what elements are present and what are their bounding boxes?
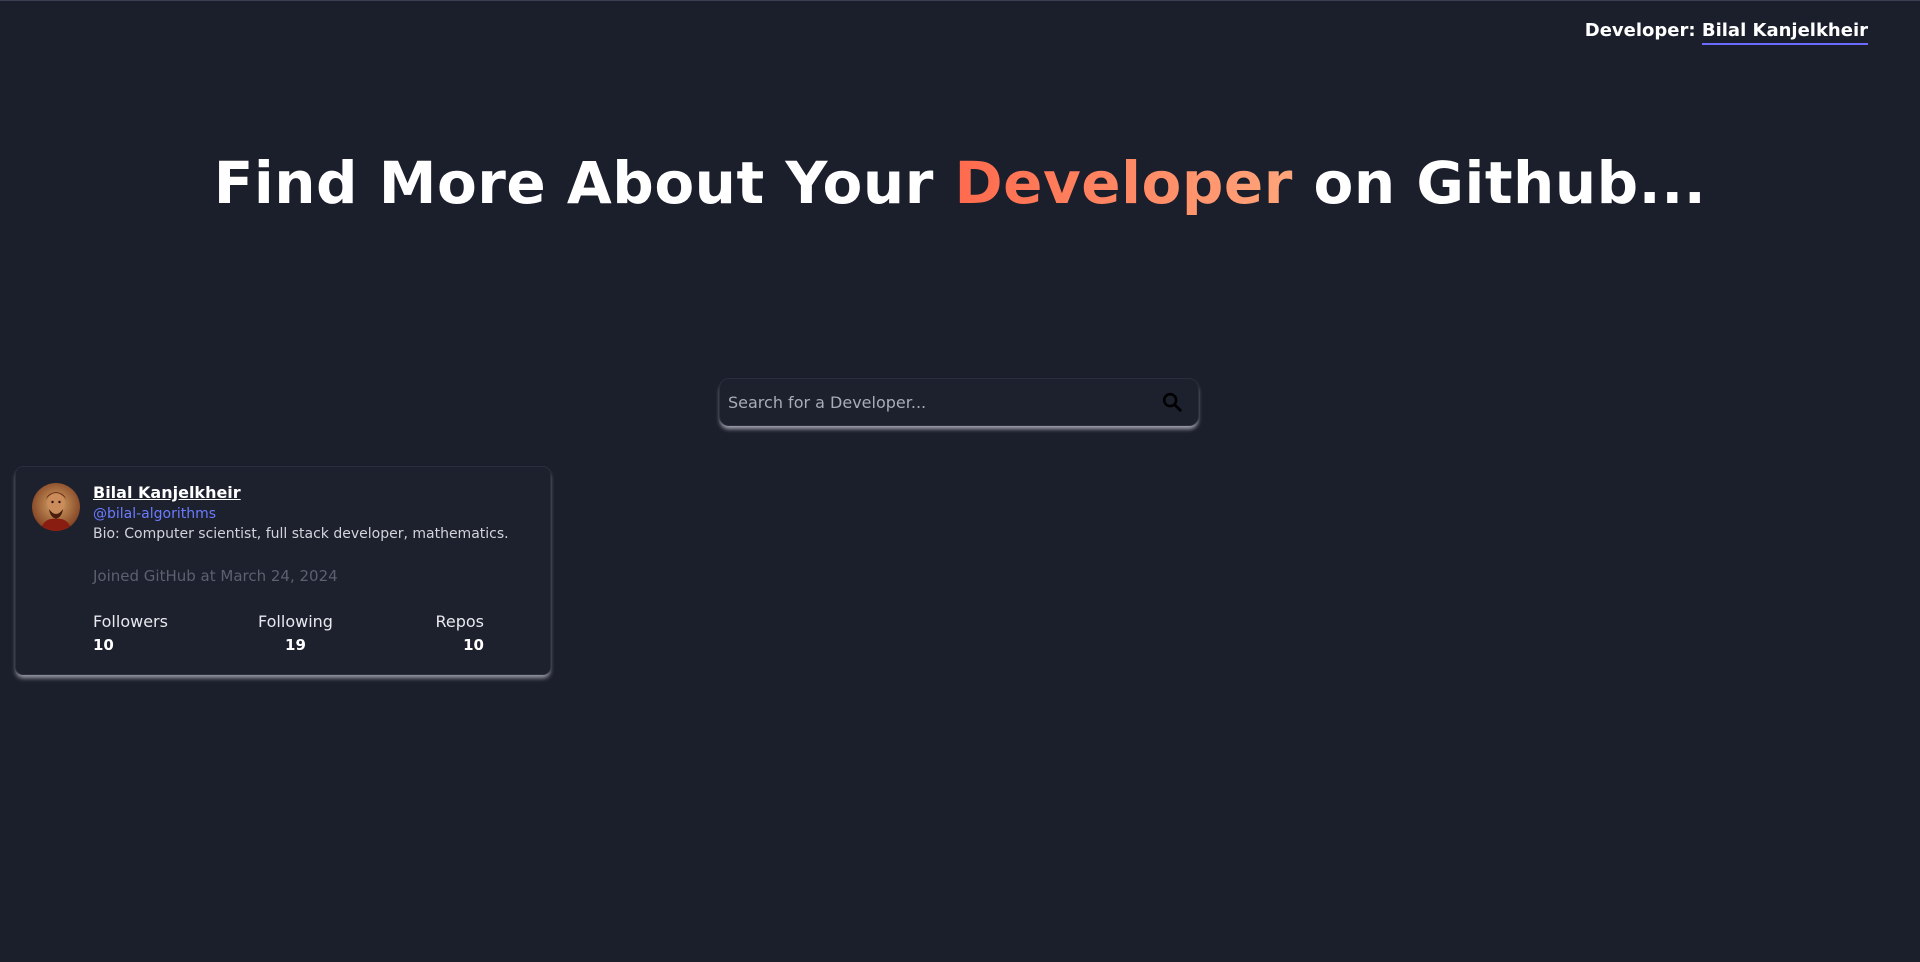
search-icon — [1162, 392, 1182, 412]
profile-info: Bilal Kanjelkheir @bilal-algorithms Bio:… — [93, 483, 533, 585]
developer-credit-link[interactable]: Bilal Kanjelkheir — [1701, 20, 1868, 45]
stat-followers-label: Followers — [93, 612, 168, 631]
stat-following: Following 19 — [258, 612, 333, 654]
profile-handle[interactable]: @bilal-algorithms — [93, 505, 533, 523]
stat-followers-value: 10 — [93, 636, 114, 654]
stat-followers: Followers 10 — [93, 612, 168, 654]
profile-bio: Bio: Computer scientist, full stack deve… — [93, 526, 509, 542]
title-accent: Developer — [954, 149, 1293, 217]
page-title: Find More About Your Developer on Github… — [0, 149, 1920, 217]
stat-following-label: Following — [258, 612, 333, 631]
developer-credit: Developer: Bilal Kanjelkheir — [1584, 20, 1868, 45]
search-button[interactable] — [1150, 380, 1194, 424]
stat-repos: Repos 10 — [435, 612, 484, 654]
developer-credit-prefix: Developer: — [1584, 20, 1696, 41]
profile-card: Bilal Kanjelkheir @bilal-algorithms Bio:… — [15, 466, 551, 675]
avatar-image — [32, 483, 80, 531]
search-bar — [719, 378, 1199, 426]
stat-repos-label: Repos — [435, 612, 484, 631]
search-input[interactable] — [720, 379, 1150, 425]
title-part-2: on Github... — [1313, 149, 1707, 217]
avatar[interactable] — [32, 483, 80, 531]
profile-name-link[interactable]: Bilal Kanjelkheir — [93, 483, 241, 503]
profile-stats: Followers 10 Following 19 Repos 10 — [93, 612, 484, 656]
title-part-1: Find More About Your — [213, 149, 934, 217]
profile-joined-date: Joined GitHub at March 24, 2024 — [93, 567, 338, 585]
stat-repos-value: 10 — [463, 636, 484, 654]
stat-following-value: 19 — [285, 636, 306, 654]
